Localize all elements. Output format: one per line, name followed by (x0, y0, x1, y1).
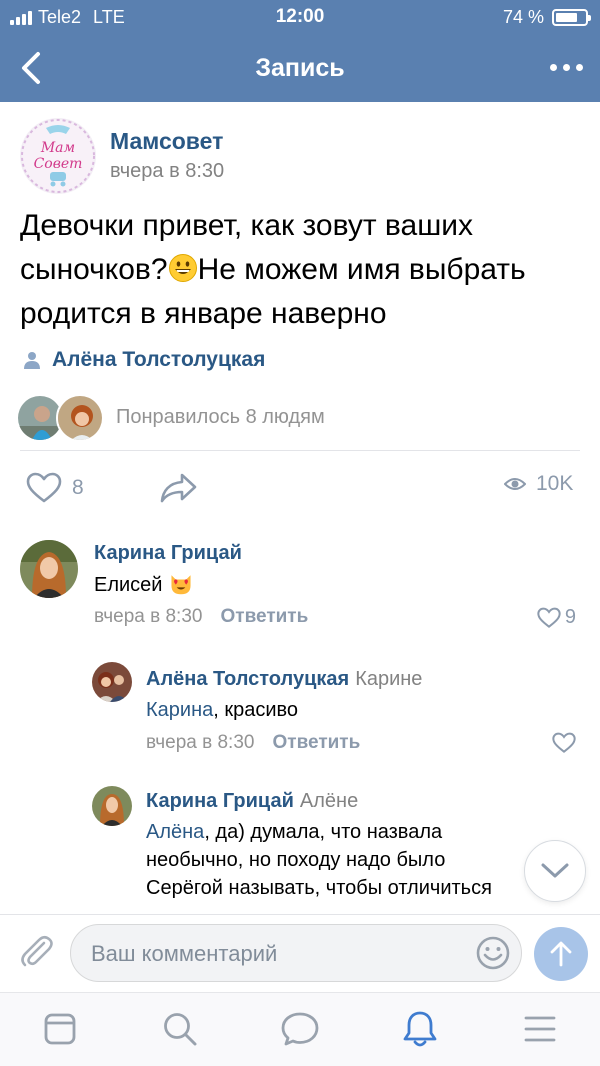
logo-text-1: Мам (40, 140, 75, 156)
comment-text: Алёна, да) думала, что назвала необычно,… (146, 818, 526, 902)
comment-like-button[interactable]: 9 (537, 606, 576, 629)
comment-placeholder: Ваш комментарий (91, 941, 278, 966)
post-time: вчера в 8:30 (110, 160, 225, 182)
comment-author-line: Карина Грицай Алёне (146, 790, 358, 813)
reply-button[interactable]: Ответить (220, 606, 308, 627)
comment-author-line: Алёна Толстолуцкая Карине (146, 668, 422, 691)
heart-eyes-cat-emoji (171, 575, 191, 595)
comment-likes: 9 (564, 606, 576, 628)
paperclip-icon (21, 935, 53, 967)
mamsovet-logo: Мам Совет (21, 119, 95, 193)
reply-button[interactable]: Ответить (272, 732, 360, 753)
eye-icon (504, 478, 526, 490)
tab-menu[interactable] (520, 1009, 560, 1049)
battery-icon (552, 9, 591, 26)
comment-meta: вчера в 8:30 Ответить (146, 732, 360, 754)
tab-bar (0, 992, 600, 1066)
menu-icon (524, 1016, 556, 1042)
comment-composer: Ваш комментарий (0, 914, 600, 992)
signer-name: Алёна Толстолуцкая (52, 348, 266, 371)
emoji-picker-icon[interactable] (475, 935, 511, 971)
comment-author[interactable]: Алёна Толстолуцкая (146, 668, 349, 690)
tab-messages[interactable] (280, 1009, 320, 1049)
feed-icon (44, 1013, 76, 1045)
share-icon (160, 473, 197, 503)
logo-text-2: Совет (34, 156, 83, 172)
comment-text: Елисей (94, 570, 194, 599)
share-button[interactable] (160, 472, 198, 504)
post-author[interactable]: Мамсовет (110, 128, 223, 155)
comment-item: Карина Грицай Елисей вчера в 8:30 Ответит… (0, 536, 600, 636)
grinning-face-emoji (168, 254, 197, 282)
post-text: Девочки привет, как зовут ваших сыночков… (20, 204, 590, 336)
navbar: Запись (0, 34, 600, 102)
reply-item: Алёна Толстолуцкая Карине Карина, красиво… (0, 662, 600, 762)
page-title: Запись (255, 54, 345, 82)
battery-percent: 74 % (502, 7, 544, 27)
tab-search[interactable] (160, 1009, 200, 1049)
likers-avatars[interactable] (16, 394, 126, 444)
comment-avatar[interactable] (92, 786, 132, 826)
tab-notifications[interactable] (400, 1009, 440, 1049)
comment-text-body: , красиво (213, 699, 299, 721)
arrow-up-icon (550, 941, 572, 967)
comment-avatar[interactable] (20, 540, 78, 598)
header: Tele2 LTE 12:00 74 % Запись (0, 0, 600, 102)
community-avatar[interactable]: Мам Совет (20, 118, 96, 194)
post-actions: 8 10K (0, 472, 600, 504)
heart-icon (26, 472, 62, 503)
comment-meta: вчера в 8:30 Ответить (94, 606, 308, 628)
send-button[interactable] (534, 927, 588, 981)
reply-to[interactable]: Карине (355, 668, 422, 690)
mention-link[interactable]: Карина (146, 699, 213, 721)
liked-by-text[interactable]: Понравилось 8 людям (116, 406, 325, 429)
user-icon (24, 352, 40, 369)
comment-input[interactable]: Ваш комментарий (70, 924, 522, 982)
messages-icon (281, 1012, 319, 1046)
reply-item: Карина Грицай Алёне Алёна, да) думала, чт… (0, 786, 600, 914)
more-button[interactable] (546, 56, 586, 78)
comment-time: вчера в 8:30 (146, 732, 255, 753)
tab-feed[interactable] (40, 1009, 80, 1049)
liker-avatar (56, 394, 104, 442)
chevron-down-icon (541, 863, 569, 878)
attach-button[interactable] (16, 931, 56, 971)
like-button[interactable]: 8 (26, 472, 84, 504)
reply-to[interactable]: Алёне (300, 790, 358, 812)
views-count: 10K (536, 472, 574, 495)
scroll-down-button[interactable] (524, 840, 586, 902)
comment-author[interactable]: Карина Грицай (146, 790, 294, 812)
mention-link[interactable]: Алёна (146, 821, 204, 843)
comment-text: Карина, красиво (146, 696, 298, 724)
comment-avatar[interactable] (92, 662, 132, 702)
heart-icon (537, 607, 561, 628)
comment-like-button[interactable] (552, 732, 576, 754)
search-icon (164, 1013, 197, 1046)
comment-time: вчера в 8:30 (94, 606, 203, 627)
status-bar: Tele2 LTE 12:00 74 % (0, 0, 600, 34)
post-scroll-area[interactable]: Мам Совет Мамсовет вчера в 8:30 Девочки … (0, 102, 600, 914)
views-counter: 10K (504, 472, 573, 496)
notifications-icon (403, 1011, 437, 1047)
comment-text-body: Елисей (94, 574, 163, 596)
likes-count: 8 (72, 476, 84, 499)
divider (20, 450, 580, 451)
more-horizontal-icon (549, 63, 557, 71)
heart-icon (552, 732, 576, 753)
post-signer[interactable]: Алёна Толстолуцкая (22, 348, 265, 372)
comment-author[interactable]: Карина Грицай (94, 542, 242, 565)
